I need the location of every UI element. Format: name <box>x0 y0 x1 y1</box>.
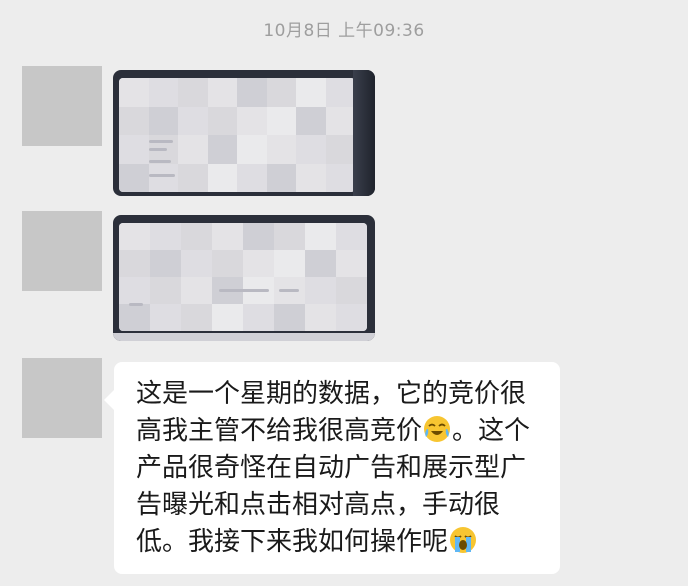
image-message[interactable] <box>113 215 375 341</box>
screen-edge <box>353 70 375 196</box>
message-timestamp: 10月8日 上午09:36 <box>263 21 425 41</box>
sender-avatar[interactable] <box>22 211 102 291</box>
message-line: 。这个 <box>452 416 531 446</box>
blurred-screenshot <box>119 78 355 192</box>
image-message[interactable] <box>113 70 375 196</box>
message-line: 产品很奇怪在自动广告和展示型广 <box>136 453 527 483</box>
loudly-crying-emoji-icon <box>450 527 477 553</box>
chat-view: 10月8日 上午09:36 这是一个星期的数据，它的竞价很 高我主管不给我很高竞… <box>0 0 688 586</box>
message-line: 这是一个星期的数据，它的竞价很 <box>136 379 527 409</box>
message-line: 高我主管不给我很高竞价 <box>136 416 423 446</box>
screen-bottom <box>113 333 375 341</box>
sender-avatar[interactable] <box>22 358 102 438</box>
blurred-screenshot <box>119 223 367 331</box>
laughing-crying-emoji-icon <box>424 416 451 442</box>
message-text: 这是一个星期的数据，它的竞价很 高我主管不给我很高竞价 。这个 产品很奇怪在自动… <box>136 376 546 561</box>
sender-avatar[interactable] <box>22 66 102 146</box>
message-line: 告曝光和点击相对高点，手动很 <box>136 490 501 520</box>
text-message-bubble[interactable]: 这是一个星期的数据，它的竞价很 高我主管不给我很高竞价 。这个 产品很奇怪在自动… <box>104 362 560 574</box>
message-line: 低。我接下来我如何操作呢 <box>136 527 449 557</box>
